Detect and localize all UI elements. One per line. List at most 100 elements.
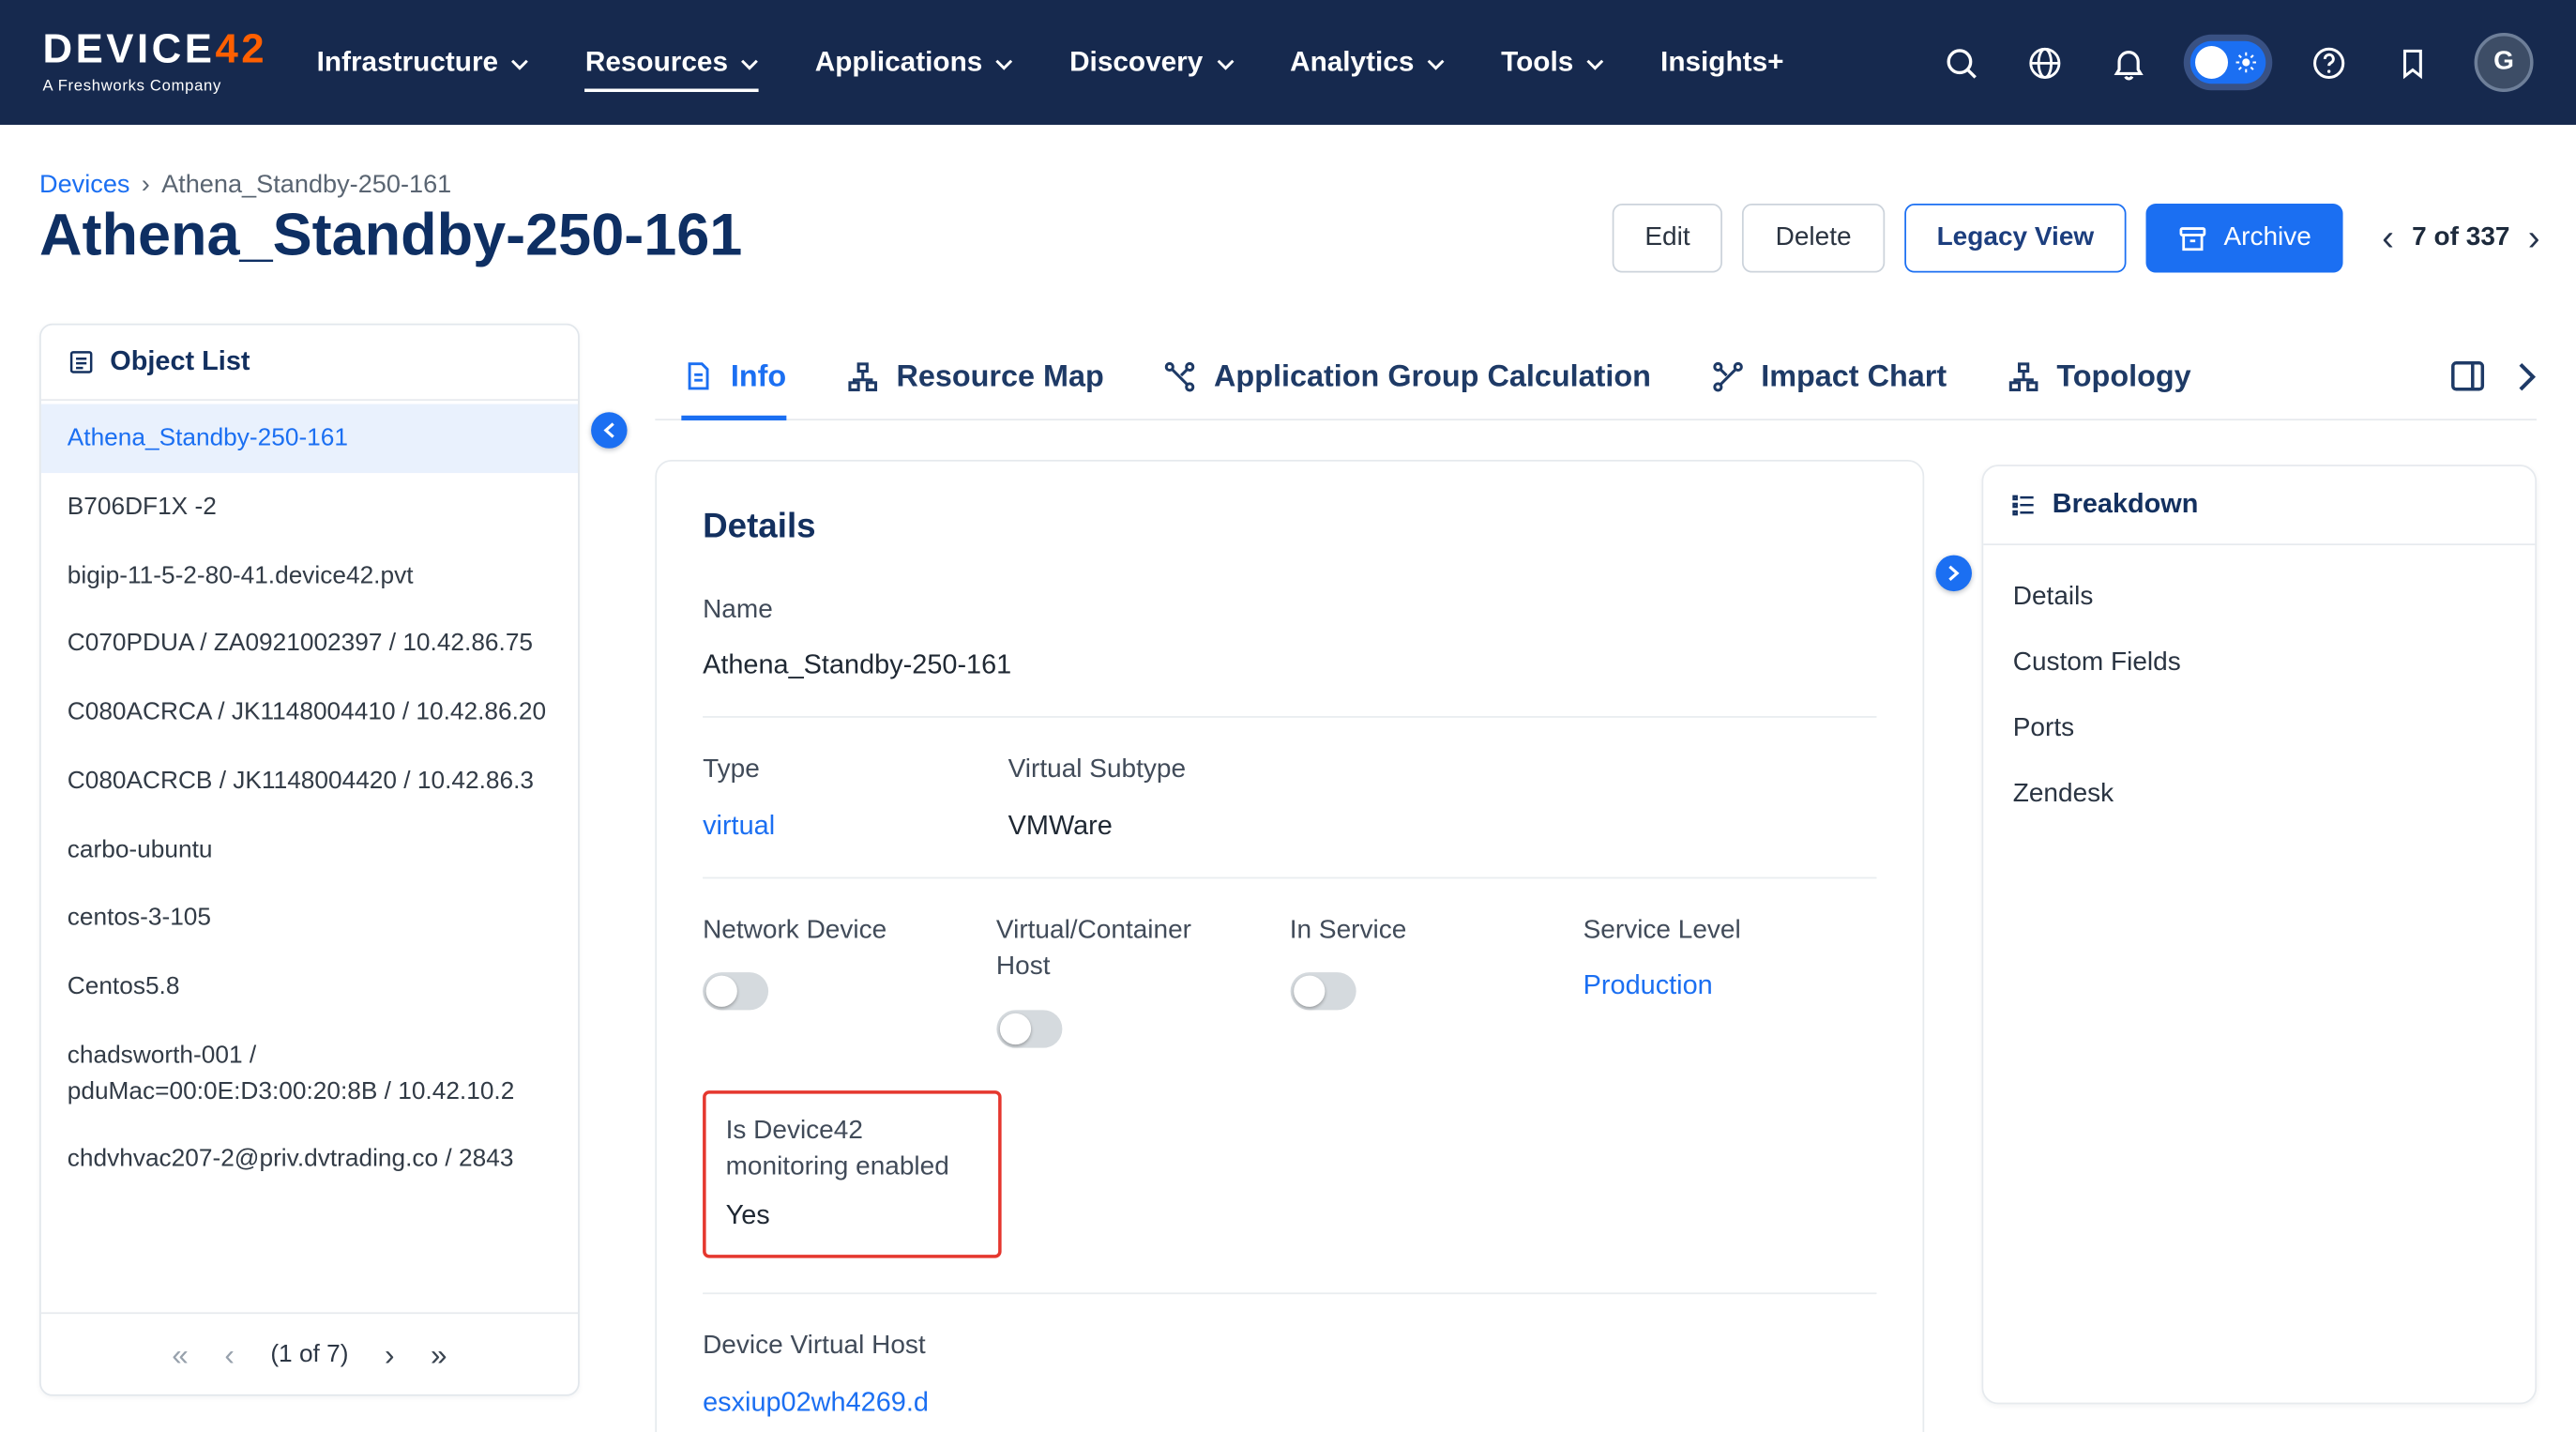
menu-infrastructure[interactable]: Infrastructure [317, 0, 530, 125]
list-item[interactable]: C070PDUA / ZA0921002397 / 10.42.86.75 [41, 610, 578, 678]
first-page-icon[interactable]: « [172, 1339, 189, 1369]
navbar-icon-group: G [1939, 33, 2534, 92]
object-list-header: Object List [41, 326, 578, 402]
field-virtual-container-host: Virtual/Container Host [996, 913, 1290, 1047]
action-bar: Edit Delete Legacy View Archive ‹ 7 of 3… [1612, 204, 2539, 273]
document-icon [681, 359, 714, 392]
top-navbar: DEVICE42 A Freshworks Company Infrastruc… [0, 0, 2576, 125]
network-device-label: Network Device [703, 913, 996, 950]
details-title: Details [703, 508, 1876, 547]
breadcrumb-devices-link[interactable]: Devices [39, 171, 130, 201]
list-item[interactable]: bigip-11-5-2-80-41.device42.pvt [41, 541, 578, 610]
virtual-container-host-label: Virtual/Container Host [996, 913, 1240, 986]
menu-analytics[interactable]: Analytics [1290, 0, 1446, 125]
tab-info[interactable]: Info [681, 333, 786, 419]
pager-next-icon[interactable]: › [2528, 221, 2540, 257]
list-item[interactable]: chdvhvac207-2@priv.dvtrading.co / 2843 [41, 1125, 578, 1194]
menu-tools[interactable]: Tools [1501, 0, 1604, 125]
breakdown-item-ports[interactable]: Ports [1983, 696, 2535, 762]
network-device-toggle[interactable] [703, 972, 768, 1010]
chevron-left-icon [602, 422, 615, 439]
breakdown-item-zendesk[interactable]: Zendesk [1983, 762, 2535, 828]
archive-button[interactable]: Archive [2146, 204, 2342, 273]
last-page-icon[interactable]: » [431, 1339, 447, 1369]
details-panel: Details Name Athena_Standby-250-161 Type… [655, 460, 1924, 1432]
device42-logo[interactable]: DEVICE42 A Freshworks Company [43, 30, 268, 96]
tab-impact-chart[interactable]: Impact Chart [1710, 333, 1947, 419]
field-type: Type virtual [703, 753, 1008, 842]
prev-page-icon[interactable]: ‹ [224, 1339, 235, 1369]
main-menu: Infrastructure Resources Applications Di… [317, 0, 1784, 125]
menu-insights-plus[interactable]: Insights+ [1660, 0, 1783, 125]
chevron-down-icon [741, 58, 759, 69]
list-item[interactable]: Athena_Standby-250-161 [41, 404, 578, 473]
field-network-device: Network Device [703, 913, 996, 1047]
page-indicator: (1 of 7) [270, 1340, 348, 1368]
edit-button[interactable]: Edit [1612, 204, 1722, 273]
breakdown-item-details[interactable]: Details [1983, 565, 2535, 631]
user-avatar[interactable]: G [2475, 33, 2534, 92]
breadcrumb-current: Athena_Standby-250-161 [161, 171, 451, 201]
name-label: Name [703, 593, 1876, 630]
breakdown-title: Breakdown [2053, 490, 2199, 521]
toggles-row: Network Device Virtual/Container Host In… [703, 913, 1876, 1047]
device-virtual-host-label: Device Virtual Host [703, 1330, 1876, 1366]
chevron-down-icon [1427, 58, 1445, 69]
pager-prev-icon[interactable]: ‹ [2382, 221, 2394, 257]
list-item[interactable]: chadsworth-001 / pduMac=00:0E:D3:00:20:8… [41, 1021, 578, 1125]
object-list-title: Object List [110, 346, 250, 377]
field-device-virtual-host: Device Virtual Host esxiup02wh4269.d [703, 1330, 1876, 1419]
breakdown-list-icon [2009, 491, 2038, 519]
divider [703, 1293, 1876, 1295]
delete-button[interactable]: Delete [1743, 204, 1885, 273]
menu-discovery[interactable]: Discovery [1069, 0, 1235, 125]
type-value-link[interactable]: virtual [703, 811, 1008, 842]
sitemap-icon [845, 358, 880, 393]
virtual-container-host-toggle[interactable] [996, 1010, 1062, 1047]
legacy-view-button[interactable]: Legacy View [1904, 204, 2128, 273]
tab-application-group-calculation[interactable]: Application Group Calculation [1163, 333, 1651, 419]
notifications-bell-icon[interactable] [2107, 41, 2150, 84]
list-item[interactable]: C080ACRCB / JK1148004420 / 10.42.86.3 [41, 747, 578, 815]
breakdown-list: Details Custom Fields Ports Zendesk [1983, 545, 2535, 847]
type-label: Type [703, 753, 1008, 789]
record-pager: ‹ 7 of 337 › [2382, 221, 2539, 257]
chevron-down-icon [511, 58, 529, 69]
brand-name: DEVICE42 [43, 30, 268, 71]
in-service-toggle[interactable] [1290, 972, 1356, 1010]
list-item[interactable]: C080ACRCA / JK1148004410 / 10.42.86.20 [41, 678, 578, 747]
chevron-right-icon [1947, 565, 1961, 582]
list-item[interactable]: Centos5.8 [41, 952, 578, 1021]
monitoring-enabled-label: Is Device42 monitoring enabled [726, 1113, 979, 1186]
field-name: Name Athena_Standby-250-161 [703, 593, 1876, 682]
search-icon[interactable] [1939, 41, 1982, 84]
breadcrumb-separator: › [142, 171, 150, 201]
list-item[interactable]: carbo-ubuntu [41, 815, 578, 884]
object-list-pagination: « ‹ (1 of 7) › » [41, 1312, 578, 1394]
tab-resource-map[interactable]: Resource Map [845, 333, 1104, 419]
tabs-scroll-right-icon[interactable] [2517, 360, 2537, 391]
globe-icon[interactable] [2023, 41, 2066, 84]
tab-topology[interactable]: Topology [2006, 333, 2191, 419]
help-icon[interactable] [2307, 41, 2350, 84]
topology-icon [2006, 358, 2040, 393]
next-page-icon[interactable]: › [385, 1339, 395, 1369]
list-item[interactable]: B706DF1X -2 [41, 473, 578, 541]
expand-breakdown-button[interactable] [1935, 556, 1972, 592]
list-icon [68, 348, 96, 376]
service-level-value-link[interactable]: Production [1583, 971, 1877, 1002]
breakdown-panel: Breakdown Details Custom Fields Ports Ze… [1981, 465, 2537, 1404]
menu-resources[interactable]: Resources [585, 0, 759, 125]
columns-panel-icon[interactable] [2448, 357, 2488, 396]
breakdown-item-custom-fields[interactable]: Custom Fields [1983, 631, 2535, 696]
collapse-sidebar-button[interactable] [591, 412, 628, 449]
archive-icon [2177, 222, 2208, 253]
chevron-down-icon [1586, 58, 1604, 69]
detail-tabs: Info Resource Map Application Group Calc… [655, 333, 2537, 420]
bookmark-icon[interactable] [2390, 41, 2433, 84]
menu-applications[interactable]: Applications [815, 0, 1014, 125]
name-value: Athena_Standby-250-161 [703, 651, 1876, 682]
device-virtual-host-link[interactable]: esxiup02wh4269.d [703, 1387, 1876, 1418]
theme-toggle[interactable] [2190, 41, 2266, 84]
list-item[interactable]: centos-3-105 [41, 884, 578, 952]
